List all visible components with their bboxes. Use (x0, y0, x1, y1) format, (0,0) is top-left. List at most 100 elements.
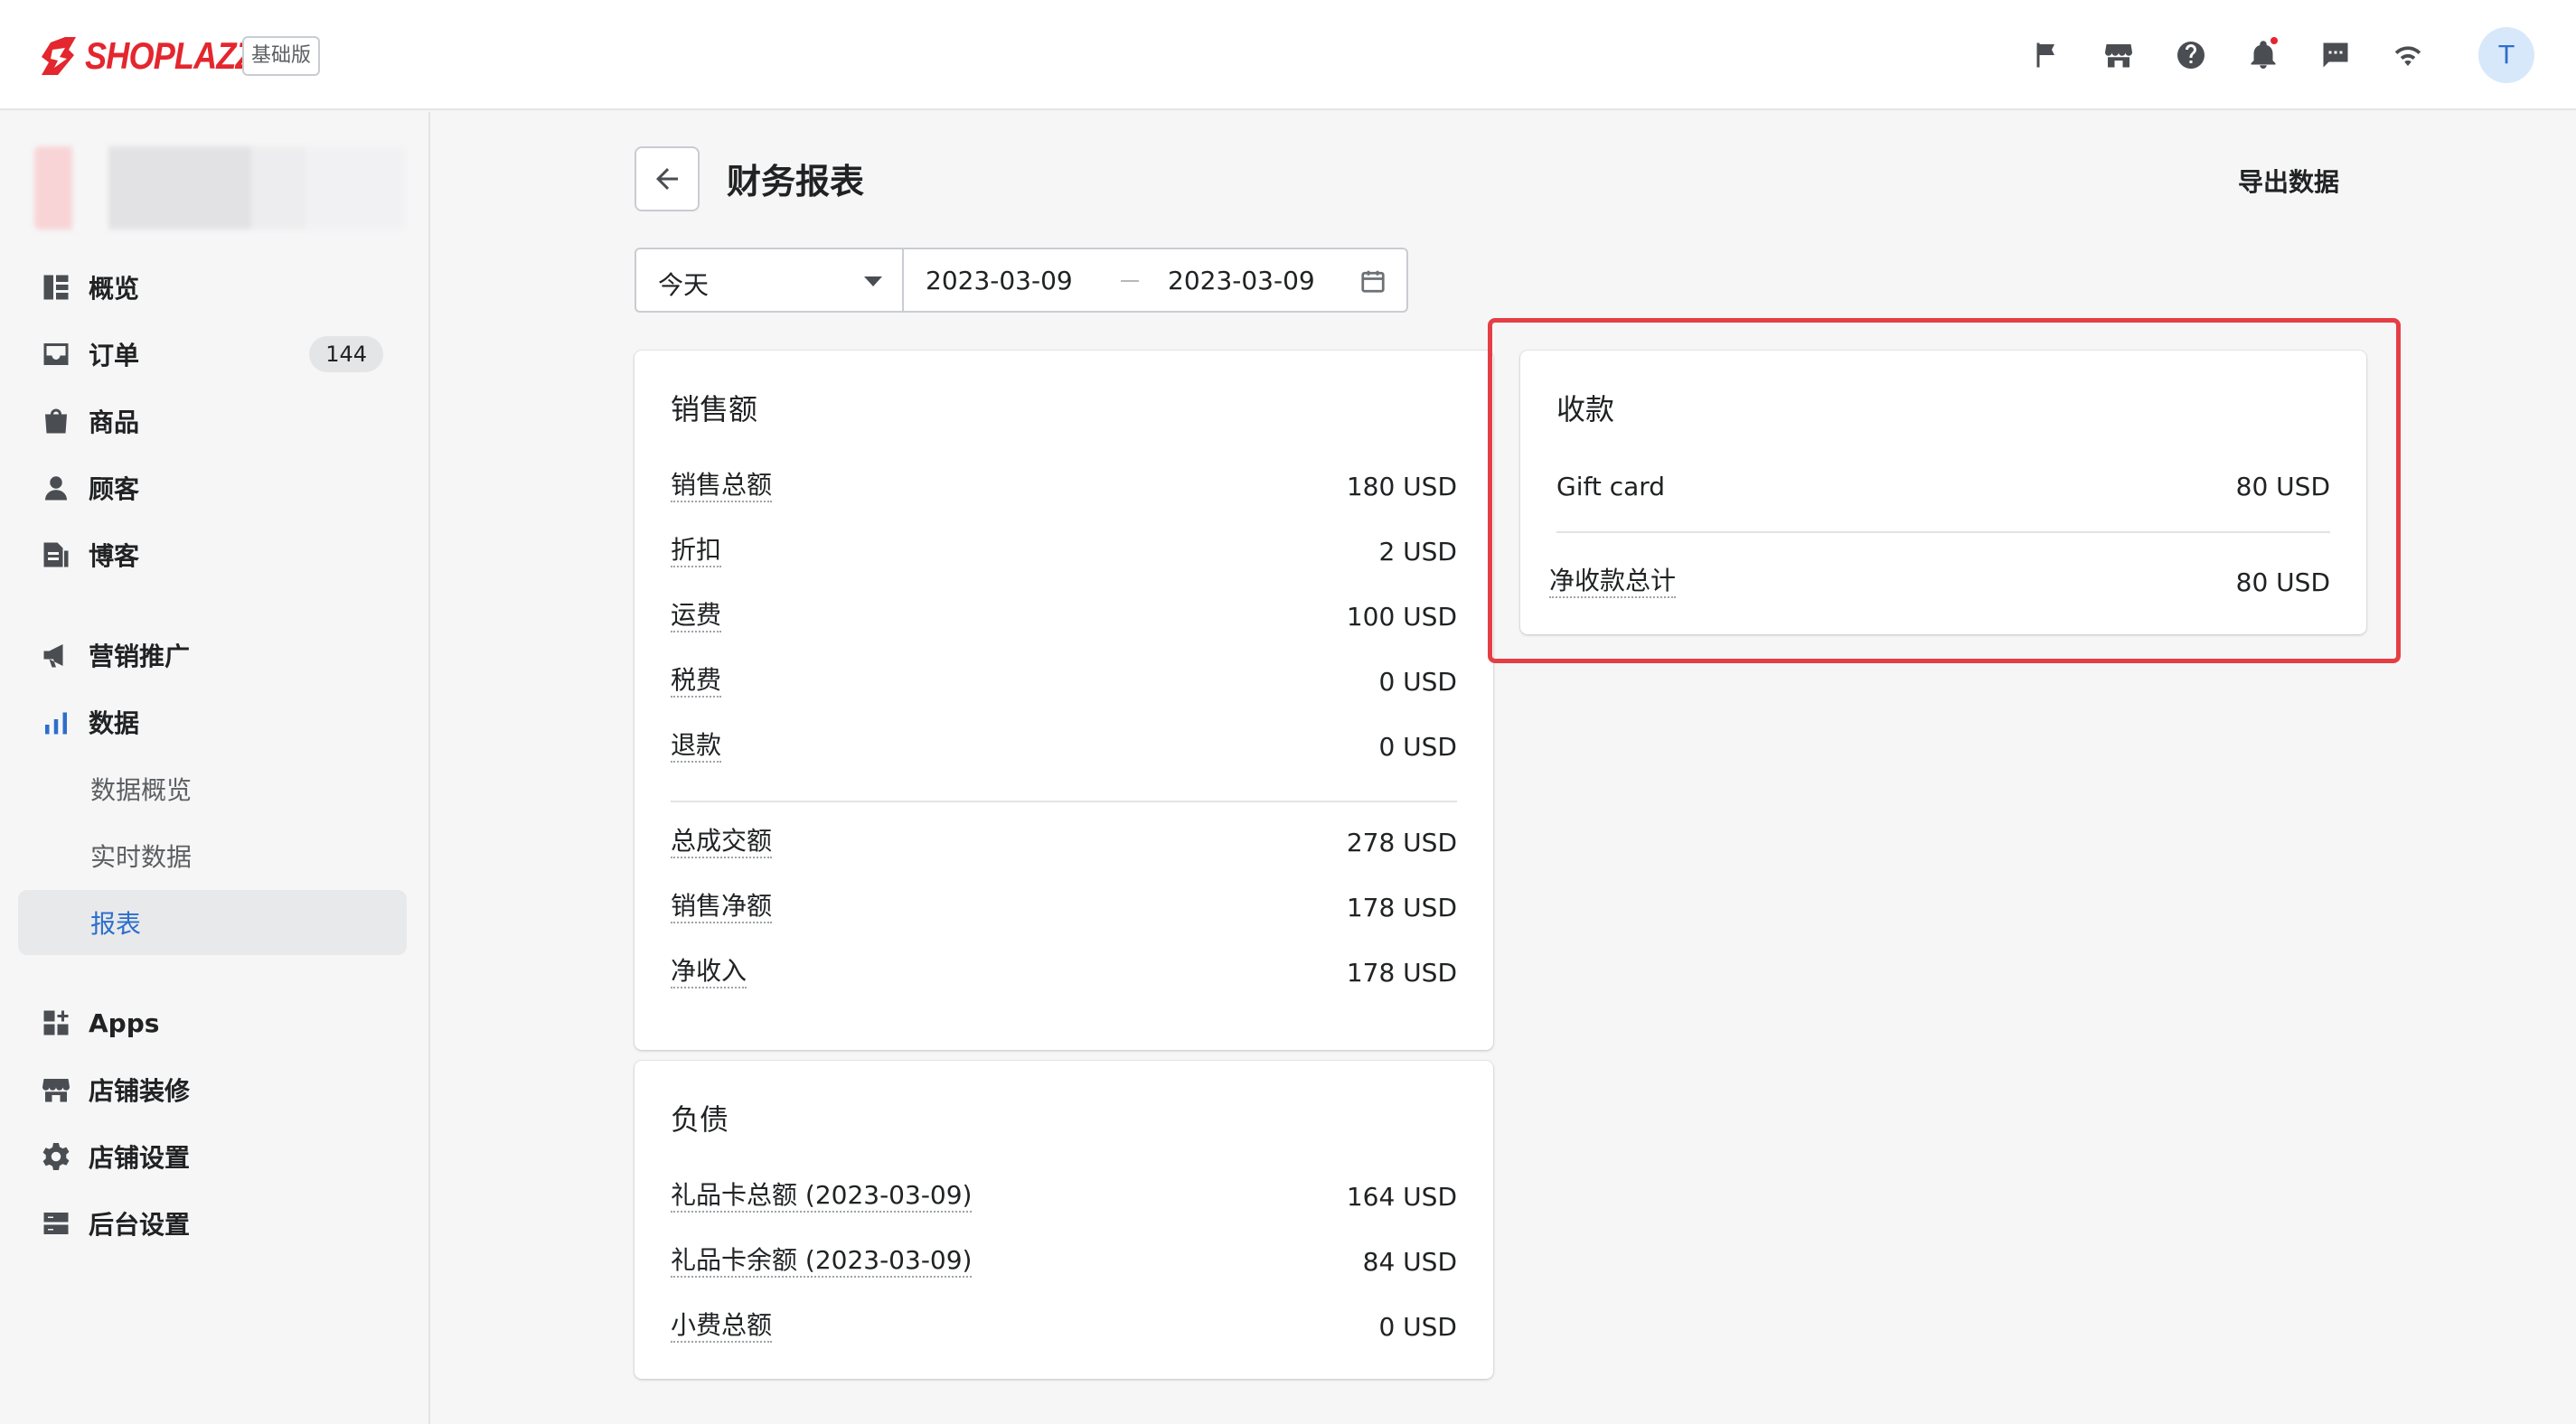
sidebar-item-label: 概览 (89, 274, 140, 304)
date-start-input[interactable]: 2023-03-09 (926, 266, 1073, 295)
liabilities-row-tips: 小费总额 0 USD (671, 1308, 1457, 1344)
row-value: 278 USD (1346, 827, 1457, 857)
sidebar-item-apps[interactable]: Apps (18, 990, 407, 1055)
apps-icon (40, 1007, 72, 1039)
caret-down-icon (864, 276, 882, 286)
row-label[interactable]: 礼品卡总额 (2023-03-09) (671, 1180, 973, 1213)
chat-icon[interactable] (2319, 39, 2352, 71)
sales-row-discount: 折扣 2 USD (671, 533, 1457, 569)
sidebar-subitem-label: 数据概览 (90, 775, 193, 805)
row-label[interactable]: 折扣 (671, 535, 722, 567)
sales-row-tax: 税费 0 USD (671, 663, 1457, 699)
plan-badge: 基础版 (242, 36, 321, 76)
analytics-icon (40, 706, 72, 738)
page-title: 财务报表 (727, 162, 865, 201)
sidebar-subitem-data-overview[interactable]: 数据概览 (18, 756, 407, 821)
admin-settings-icon (40, 1207, 72, 1240)
date-preset-select[interactable]: 今天 (635, 248, 902, 313)
row-label[interactable]: 退款 (671, 730, 722, 763)
sidebar-item-label: 营销推广 (89, 642, 191, 671)
date-end-input[interactable]: 2023-03-09 (1168, 266, 1315, 295)
sidebar-subitem-reports[interactable]: 报表 (18, 890, 407, 955)
sales-row-shipping: 运费 100 USD (671, 598, 1457, 634)
sidebar-item-orders[interactable]: 订单 144 (18, 322, 407, 387)
export-data-button[interactable]: 导出数据 (2238, 163, 2339, 199)
orders-icon (40, 338, 72, 370)
sidebar: 概览 订单 144 商品 顾客 博客 营销推广 数据 数据概览 实时数据 报表 … (0, 112, 430, 1424)
sidebar-item-admin-settings[interactable]: 后台设置 (18, 1191, 407, 1256)
row-value: 178 USD (1346, 957, 1457, 988)
sidebar-item-label: 商品 (89, 408, 140, 437)
sidebar-item-label: 顾客 (89, 474, 140, 504)
sales-divider (671, 801, 1457, 802)
row-value: 178 USD (1346, 892, 1457, 923)
sales-row-total-transactions: 总成交额 278 USD (671, 824, 1457, 860)
back-button[interactable] (635, 146, 700, 211)
sidebar-subitem-label: 报表 (90, 909, 142, 939)
sales-row-net-income: 净收入 178 USD (671, 954, 1457, 990)
sidebar-item-overview[interactable]: 概览 (18, 255, 407, 320)
sidebar-item-blog[interactable]: 博客 (18, 522, 407, 587)
row-label[interactable]: 礼品卡余额 (2023-03-09) (671, 1245, 973, 1278)
highlight-box (1488, 318, 2401, 663)
sidebar-item-analytics[interactable]: 数据 (18, 689, 407, 754)
sales-row-net-sales: 销售净额 178 USD (671, 889, 1457, 925)
flag-icon[interactable] (2030, 39, 2063, 71)
sidebar-item-products[interactable]: 商品 (18, 389, 407, 454)
row-value: 0 USD (1378, 666, 1457, 697)
sidebar-item-customers[interactable]: 顾客 (18, 455, 407, 520)
sidebar-item-label: 店铺装修 (89, 1076, 191, 1106)
row-label[interactable]: 净收入 (671, 956, 747, 988)
sidebar-item-label: Apps (89, 1007, 160, 1038)
sidebar-item-label: 数据 (89, 708, 140, 738)
calendar-icon[interactable] (1359, 267, 1387, 295)
row-label[interactable]: 总成交额 (671, 826, 773, 858)
sidebar-item-store-design[interactable]: 店铺装修 (18, 1057, 407, 1122)
store-switcher-blurred[interactable] (34, 146, 405, 230)
sidebar-item-store-settings[interactable]: 店铺设置 (18, 1124, 407, 1189)
shoplazza-logo-icon (42, 37, 76, 75)
liabilities-row-giftcard-total: 礼品卡总额 (2023-03-09) 164 USD (671, 1178, 1457, 1214)
sidebar-subitem-label: 实时数据 (90, 842, 193, 872)
blog-icon (40, 539, 72, 571)
row-label[interactable]: 税费 (671, 665, 722, 698)
overview-icon (40, 271, 72, 304)
sidebar-item-marketing[interactable]: 营销推广 (18, 623, 407, 688)
liabilities-card: 负债 礼品卡总额 (2023-03-09) 164 USD 礼品卡余额 (202… (635, 1061, 1493, 1379)
row-value: 2 USD (1378, 536, 1457, 567)
customers-icon (40, 472, 72, 504)
sidebar-item-label: 后台设置 (89, 1210, 191, 1240)
row-value: 164 USD (1346, 1181, 1457, 1212)
store-design-icon (40, 1073, 72, 1106)
settings-icon (40, 1140, 72, 1173)
sales-card-title: 销售额 (671, 392, 758, 426)
user-avatar[interactable]: T (2478, 27, 2534, 83)
sales-row-gross: 销售总额 180 USD (671, 468, 1457, 504)
sidebar-subitem-realtime[interactable]: 实时数据 (18, 823, 407, 888)
arrow-left-icon (656, 168, 678, 190)
wifi-icon[interactable] (2392, 39, 2424, 71)
bell-icon[interactable] (2247, 37, 2280, 71)
row-label[interactable]: 运费 (671, 600, 722, 632)
orders-count-badge: 144 (309, 336, 383, 372)
sales-card: 销售额 销售总额 180 USD 折扣 2 USD 运费 100 USD 税费 … (635, 351, 1493, 1050)
row-label[interactable]: 销售净额 (671, 891, 773, 923)
date-range-separator (1121, 280, 1139, 282)
row-label[interactable]: 小费总额 (671, 1310, 773, 1343)
help-icon[interactable] (2175, 39, 2207, 71)
sidebar-item-label: 博客 (89, 541, 140, 571)
notification-dot (2270, 37, 2278, 44)
megaphone-icon (40, 639, 72, 671)
row-label[interactable]: 销售总额 (671, 470, 773, 502)
liabilities-row-giftcard-balance: 礼品卡余额 (2023-03-09) 84 USD (671, 1243, 1457, 1279)
sidebar-item-label: 订单 (89, 341, 140, 370)
liabilities-card-title: 负债 (671, 1102, 729, 1137)
date-range-picker[interactable]: 2023-03-09 2023-03-09 (902, 248, 1408, 313)
products-icon (40, 405, 72, 437)
row-value: 180 USD (1346, 471, 1457, 501)
store-icon[interactable] (2102, 39, 2135, 71)
row-value: 0 USD (1378, 731, 1457, 762)
top-bar: SHOPLAZZA 基础版 T (0, 0, 2576, 110)
row-value: 100 USD (1346, 601, 1457, 632)
row-value: 0 USD (1378, 1311, 1457, 1342)
